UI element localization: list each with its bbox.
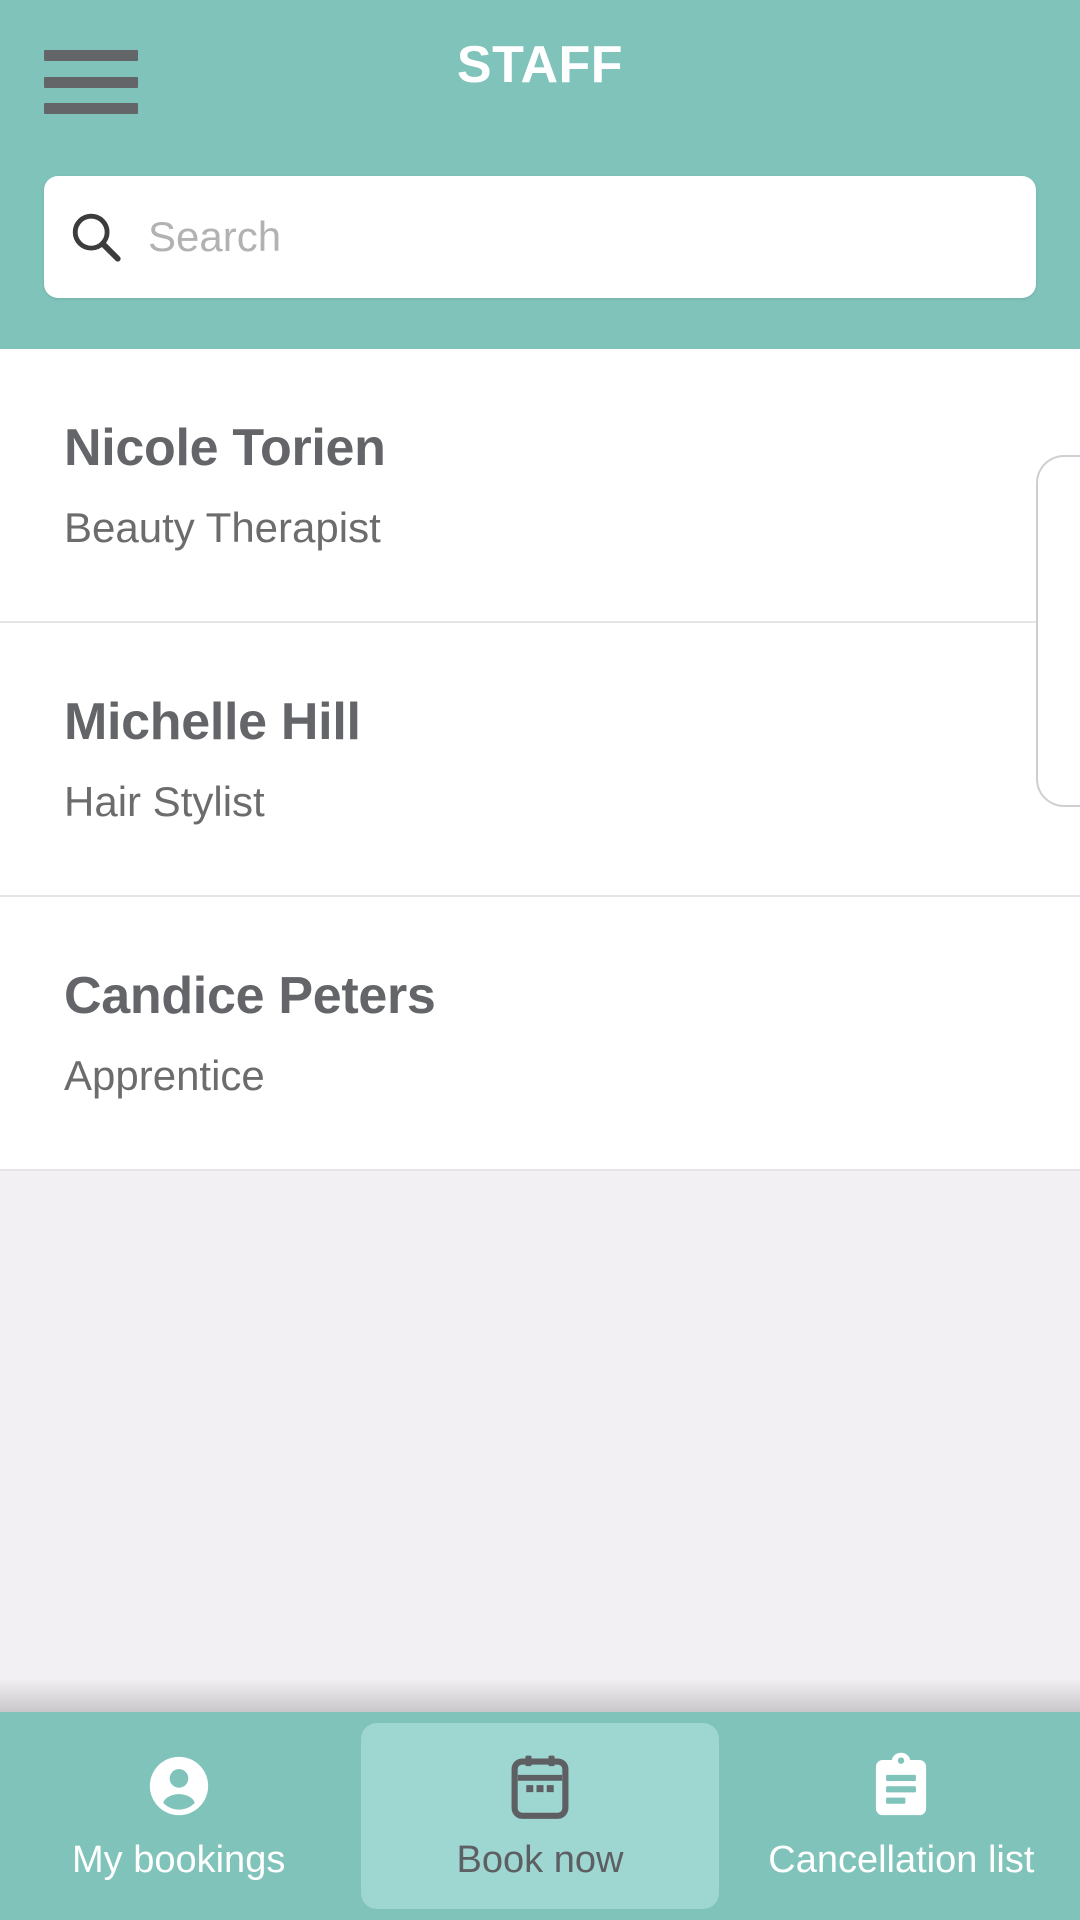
app-root: STAFF Nicole Torien Beauty Therapist Mic… <box>0 0 1080 1920</box>
nav-label: Cancellation list <box>768 1839 1035 1881</box>
person-circle-icon <box>144 1749 214 1823</box>
search-input[interactable] <box>148 176 1036 298</box>
staff-role: Apprentice <box>64 1052 265 1099</box>
staff-role: Hair Stylist <box>64 778 265 825</box>
nav-label: My bookings <box>72 1839 286 1881</box>
clipboard-icon <box>866 1749 936 1823</box>
empty-content-area <box>0 1171 1080 1712</box>
staff-list: Nicole Torien Beauty Therapist Michelle … <box>0 349 1080 1171</box>
app-header: STAFF <box>0 0 1080 349</box>
staff-list-item[interactable]: Candice Peters Apprentice <box>0 897 1080 1171</box>
search-icon <box>44 208 148 266</box>
search-bar[interactable] <box>44 176 1036 298</box>
staff-name: Nicole Torien <box>64 419 386 477</box>
calendar-icon <box>505 1749 575 1823</box>
nav-label: Book now <box>456 1839 624 1881</box>
hamburger-bar-3 <box>44 103 138 114</box>
vertical-scroll-indicator[interactable] <box>1036 455 1080 807</box>
nav-item-my-bookings[interactable]: My bookings <box>0 1712 357 1920</box>
staff-list-item[interactable]: Michelle Hill Hair Stylist <box>0 623 1080 897</box>
bottom-navigation-bar: My bookings Book now Cancellation list <box>0 1712 1080 1920</box>
staff-role: Beauty Therapist <box>64 504 381 551</box>
page-title: STAFF <box>456 36 624 94</box>
staff-list-item[interactable]: Nicole Torien Beauty Therapist <box>0 349 1080 623</box>
nav-item-cancellation-list[interactable]: Cancellation list <box>723 1712 1080 1920</box>
staff-name: Michelle Hill <box>64 693 361 751</box>
nav-item-book-now[interactable]: Book now <box>361 1723 719 1909</box>
staff-name: Candice Peters <box>64 967 436 1025</box>
